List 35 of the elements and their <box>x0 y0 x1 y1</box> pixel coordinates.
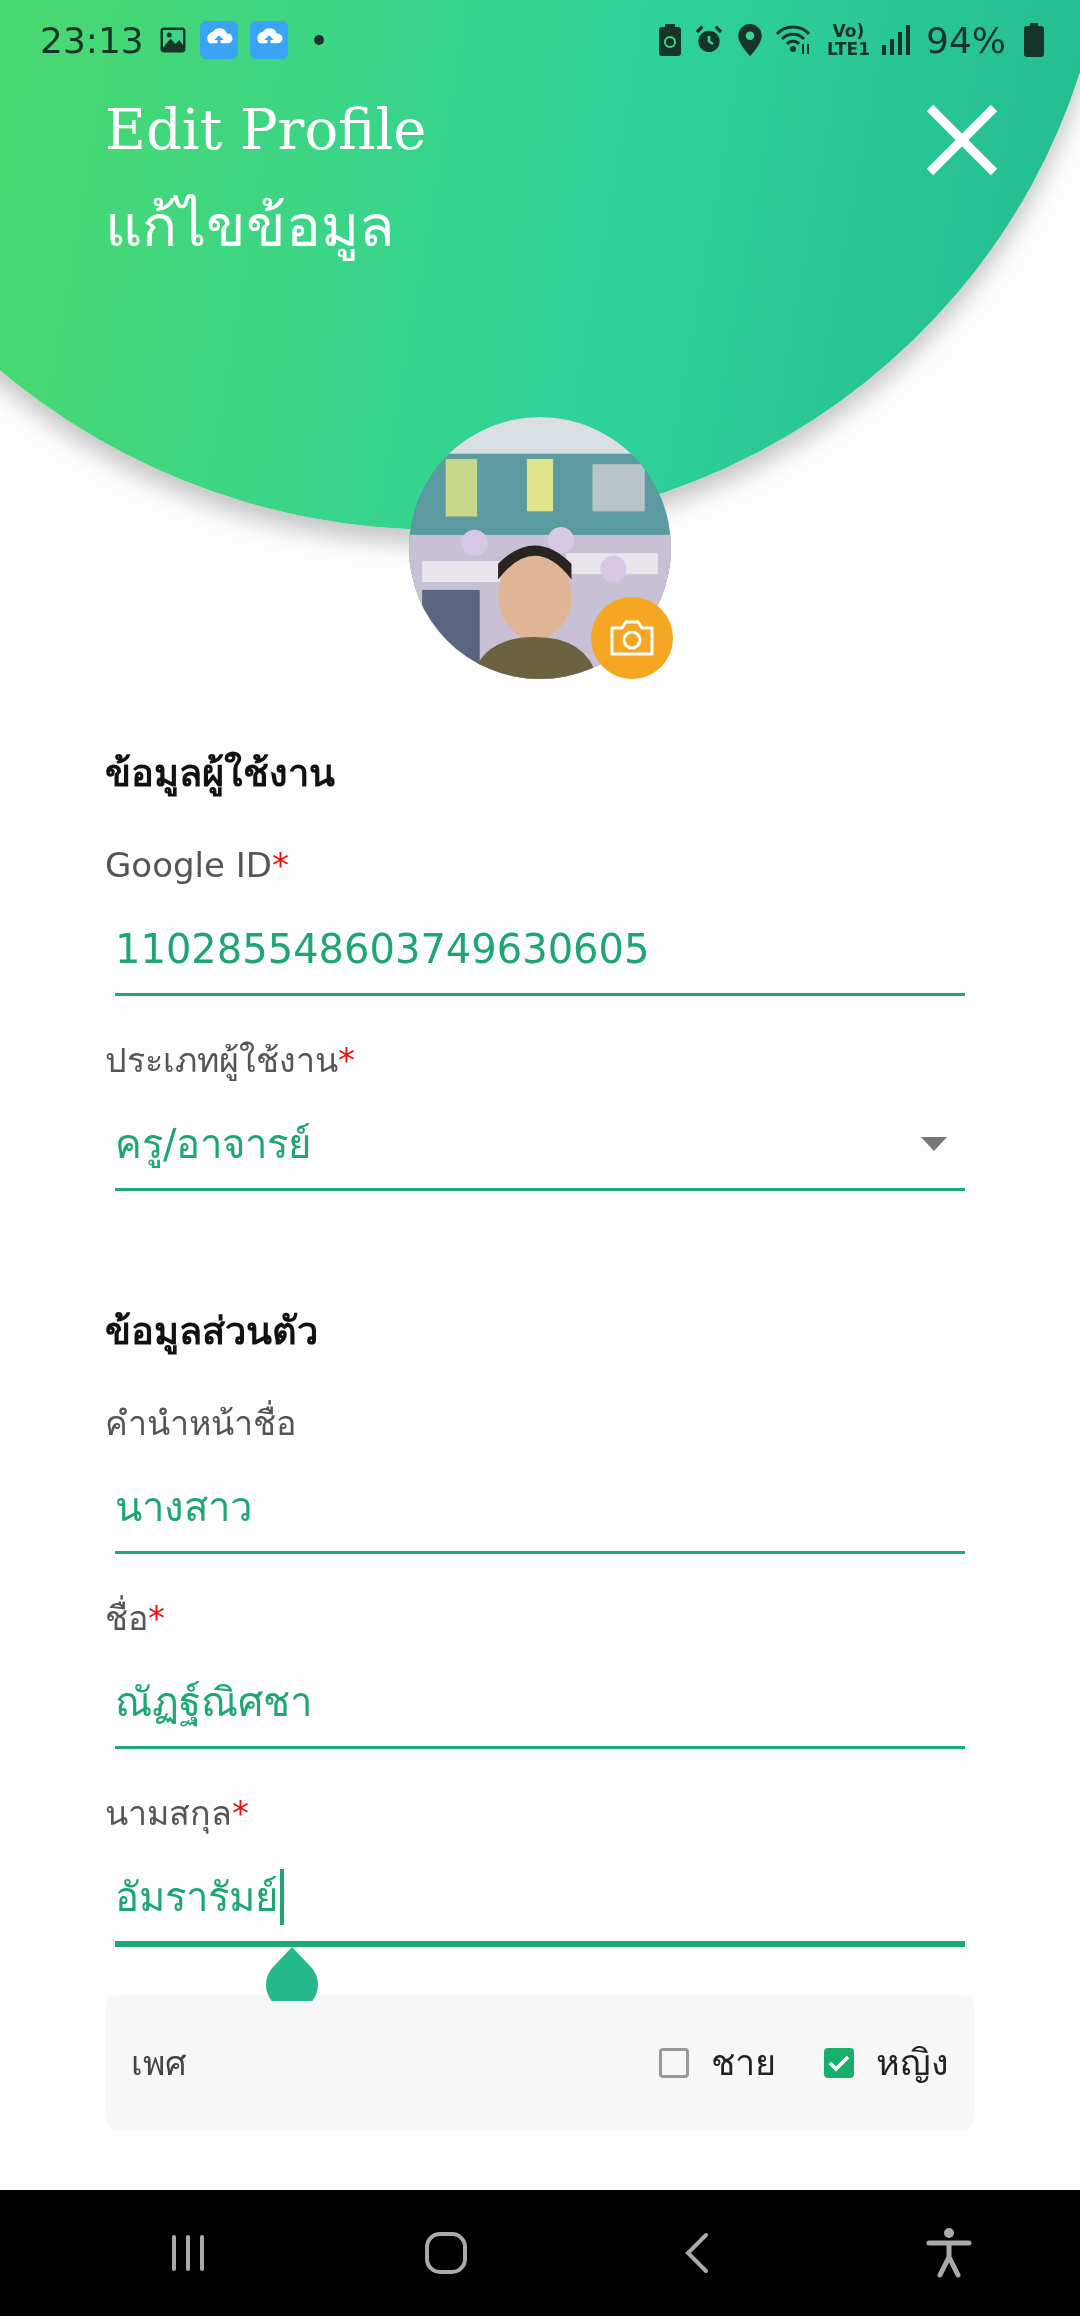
gender-label: เพศ <box>131 2041 188 2085</box>
dropdown-field[interactable]: ครู/อาจารย์ <box>115 1100 965 1191</box>
section-title: ข้อมูลส่วนตัว <box>105 1308 319 1357</box>
text-field[interactable]: 110285548603749630605 <box>115 905 965 996</box>
checkbox[interactable] <box>824 2047 854 2078</box>
checkbox[interactable] <box>659 2047 689 2078</box>
cloud-upload-icon <box>199 21 238 59</box>
page-subtitle: แก้ไขข้อมูล <box>105 191 395 263</box>
home-button[interactable] <box>424 2231 468 2275</box>
location-icon <box>736 24 763 56</box>
gender-option[interactable]: หญิง <box>824 2034 949 2091</box>
battery-icon <box>1024 23 1044 57</box>
dropdown-caret-icon <box>921 1137 947 1151</box>
gender-option[interactable]: ชาย <box>659 2034 776 2091</box>
field-label: นามสกุล* <box>105 1792 250 1836</box>
status-time: 23:13 <box>40 19 144 61</box>
cloud-upload-icon <box>249 21 288 59</box>
page-title: Edit Profile <box>105 96 427 164</box>
field-label: ชื่อ* <box>105 1590 975 1646</box>
field-label: Google ID* <box>105 844 290 887</box>
text-field[interactable]: ณัฏฐ์ณิศชา <box>115 1658 965 1749</box>
cursor-handle[interactable] <box>265 1947 319 2001</box>
text-field[interactable]: นางสาว <box>115 1463 965 1554</box>
signal-icon <box>882 25 910 55</box>
battery-percent: 94% <box>926 19 1006 61</box>
dot-icon <box>313 35 324 45</box>
text-field[interactable]: อัมรารัมย์ <box>115 1853 965 1947</box>
accessibility-button[interactable] <box>926 2227 972 2279</box>
camera-icon <box>609 619 655 657</box>
field-label: ประเภทผู้ใช้งาน* <box>105 1039 356 1083</box>
back-button[interactable] <box>684 2231 710 2275</box>
field-label: คำนำหน้าชื่อ <box>105 1395 975 1451</box>
network-type: Vo) LTE1 <box>826 22 870 58</box>
battery-saver-icon <box>658 24 681 56</box>
section-title: ข้อมูลผู้ใช้งาน <box>105 750 336 799</box>
